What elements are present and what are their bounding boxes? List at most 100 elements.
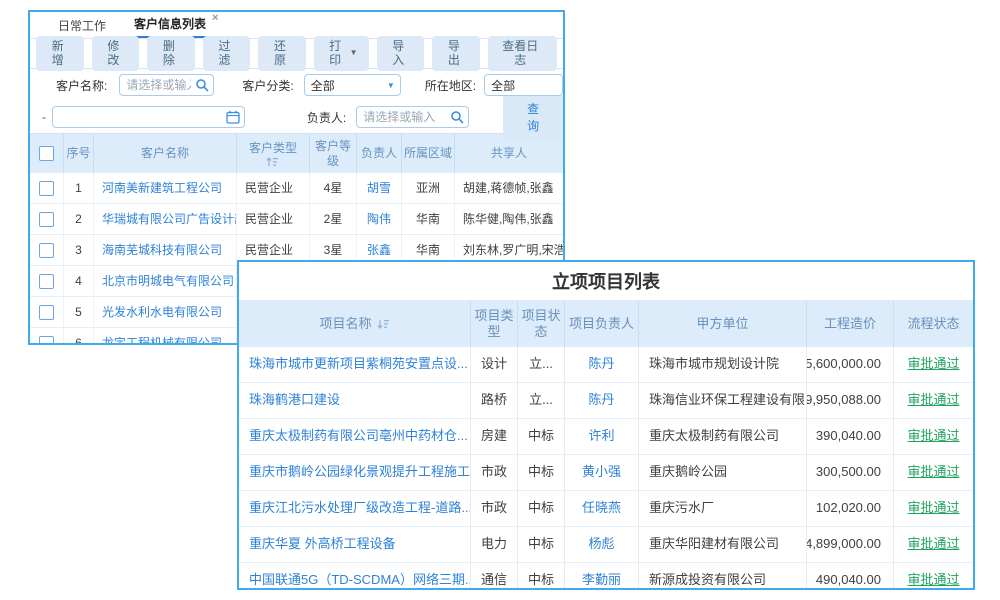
column-header-client[interactable]: 甲方单位 xyxy=(639,301,807,347)
owner-link[interactable]: 胡雪 xyxy=(367,181,391,196)
search-icon[interactable] xyxy=(450,110,464,127)
column-header-shared[interactable]: 共享人 xyxy=(455,134,563,173)
project-panel: 立项项目列表 项目名称 项目类型 项目状态 项目负责人 甲方单位 工程造价 流程… xyxy=(237,260,975,590)
project-leader-link[interactable]: 任晓燕 xyxy=(582,500,621,516)
toolbar-button[interactable]: 导入 xyxy=(377,36,425,70)
project-name-link[interactable]: 珠海鹤港口建设 xyxy=(249,392,340,408)
project-leader-link[interactable]: 许利 xyxy=(588,428,614,444)
project-name-link[interactable]: 重庆市鹅岭公园绿化景观提升工程施工 xyxy=(249,464,470,480)
select-all-checkbox[interactable] xyxy=(39,146,54,161)
toolbar-button[interactable]: 还原 xyxy=(258,36,306,70)
toolbar-button[interactable]: 打印 ▼ xyxy=(314,36,369,70)
tab-label: 日常工作 xyxy=(58,17,106,34)
page-title: 立项项目列表 xyxy=(239,262,973,301)
toolbar: 新增 修改 删除 过滤 还原 xyxy=(30,39,563,69)
flow-status-link[interactable]: 审批通过 xyxy=(907,356,959,372)
project-cost: 102,020.00 xyxy=(807,491,894,526)
project-leader-link[interactable]: 杨彪 xyxy=(588,536,614,552)
project-type: 路桥 xyxy=(471,383,518,418)
shared-persons: 陈华健,陶伟,张鑫 xyxy=(455,204,563,234)
flow-status-link[interactable]: 审批通过 xyxy=(907,428,959,444)
column-header-region[interactable]: 所属区域 xyxy=(402,134,455,173)
project-status: 中标 xyxy=(518,419,565,454)
project-name-link[interactable]: 珠海市城市更新项目紫桐苑安置点设... xyxy=(249,356,468,372)
customer-type: 民营企业 xyxy=(237,204,310,234)
project-leader-link[interactable]: 黄小强 xyxy=(582,464,621,480)
chevron-down-icon: ▼ xyxy=(387,81,395,90)
calendar-icon[interactable] xyxy=(226,110,240,127)
tab-customer-list[interactable]: 客户信息列表 × xyxy=(120,11,232,38)
project-leader-link[interactable]: 李勤丽 xyxy=(582,572,621,588)
project-name-link[interactable]: 重庆江北污水处理厂级改造工程-道路... xyxy=(249,500,471,516)
sort-icon[interactable] xyxy=(266,157,279,167)
column-header-flow-status[interactable]: 流程状态 xyxy=(894,301,973,347)
flow-status-link[interactable]: 审批通过 xyxy=(907,572,959,588)
region-label: 所在地区: xyxy=(425,77,476,94)
toolbar-button[interactable]: 过滤 xyxy=(203,36,251,70)
column-header-project-name[interactable]: 项目名称 xyxy=(239,301,471,347)
date-input[interactable] xyxy=(52,106,245,128)
table-row: 中国联通5G（TD-SCDMA）网络三期... 通信 中标 李勤丽 新源成投资有… xyxy=(239,563,973,590)
toolbar-button[interactable]: 新增 xyxy=(36,36,84,70)
column-header-type[interactable]: 客户类型 xyxy=(237,134,310,173)
column-header-no[interactable]: 序号 xyxy=(64,134,94,173)
table-row: 重庆太极制药有限公司亳州中药材仓... 房建 中标 许利 重庆太极制药有限公司 … xyxy=(239,419,973,455)
toolbar-button[interactable]: 查看日志 xyxy=(488,36,557,70)
search-icon[interactable] xyxy=(195,78,209,95)
customer-category-label: 客户分类: xyxy=(242,77,293,94)
customer-category-select[interactable]: 全部 ▼ xyxy=(304,74,401,96)
client-name: 新源成投资有限公司 xyxy=(639,563,807,590)
row-checkbox[interactable] xyxy=(39,212,54,227)
customer-name-link[interactable]: 龙宇工程机械有限公司 xyxy=(102,336,222,346)
customer-name-link[interactable]: 海南芜城科技有限公司 xyxy=(102,243,222,258)
row-checkbox[interactable] xyxy=(39,243,54,258)
row-checkbox[interactable] xyxy=(39,336,54,346)
chevron-down-icon: ▼ xyxy=(350,49,358,58)
column-header-project-leader[interactable]: 项目负责人 xyxy=(565,301,639,347)
customer-name-link[interactable]: 华瑞城有限公司广告设计部 xyxy=(102,212,237,227)
desktop: 日常工作 客户信息列表 × 新增 修改 删除 xyxy=(0,0,1000,600)
toolbar-button[interactable]: 修改 xyxy=(92,36,140,70)
close-icon[interactable]: × xyxy=(212,13,218,24)
project-name-link[interactable]: 中国联通5G（TD-SCDMA）网络三期... xyxy=(249,572,471,588)
customer-name-link[interactable]: 河南美新建筑工程公司 xyxy=(102,181,222,196)
column-header-name[interactable]: 客户名称 xyxy=(94,134,237,173)
project-type: 设计 xyxy=(471,347,518,382)
customer-name-link[interactable]: 光发水利水电有限公司 xyxy=(102,305,222,320)
customer-name-label: 客户名称: xyxy=(56,77,107,94)
customer-name-link[interactable]: 北京市明城电气有限公司 xyxy=(102,274,234,289)
column-header-project-status[interactable]: 项目状态 xyxy=(518,301,565,347)
table-row: 1 河南美新建筑工程公司 民营企业 4星 胡雪 亚洲 胡建,蒋德帧,张鑫 xyxy=(30,173,563,204)
toolbar-button[interactable]: 导出 xyxy=(432,36,480,70)
row-checkbox[interactable] xyxy=(39,305,54,320)
project-cost: 5,600,000.00 xyxy=(807,347,894,382)
flow-status-link[interactable]: 审批通过 xyxy=(907,536,959,552)
project-name-link[interactable]: 重庆太极制药有限公司亳州中药材仓... xyxy=(249,428,468,444)
client-name: 珠海市城市规划设计院 xyxy=(639,347,807,382)
search-button[interactable]: 查询 xyxy=(503,95,563,139)
tab-daily-work[interactable]: 日常工作 xyxy=(44,13,120,38)
flow-status-link[interactable]: 审批通过 xyxy=(907,392,959,408)
column-header-owner[interactable]: 负责人 xyxy=(357,134,402,173)
column-header-level[interactable]: 客户等级 xyxy=(310,134,357,173)
row-checkbox[interactable] xyxy=(39,181,54,196)
tab-bar: 日常工作 客户信息列表 × xyxy=(30,12,563,39)
project-leader-link[interactable]: 陈丹 xyxy=(588,392,614,408)
column-header-project-type[interactable]: 项目类型 xyxy=(471,301,518,347)
customer-region: 亚洲 xyxy=(402,173,455,203)
project-leader-link[interactable]: 陈丹 xyxy=(588,356,614,372)
project-cost: 4,899,000.00 xyxy=(807,527,894,562)
owner-link[interactable]: 陶伟 xyxy=(367,212,391,227)
sort-icon[interactable] xyxy=(377,319,390,329)
client-name: 重庆太极制药有限公司 xyxy=(639,419,807,454)
project-type: 市政 xyxy=(471,455,518,490)
column-header-cost[interactable]: 工程造价 xyxy=(807,301,894,347)
flow-status-link[interactable]: 审批通过 xyxy=(907,500,959,516)
row-checkbox[interactable] xyxy=(39,274,54,289)
customer-level: 2星 xyxy=(310,204,357,234)
region-select[interactable]: 全部 xyxy=(484,74,563,96)
project-name-link[interactable]: 重庆华夏 外高桥工程设备 xyxy=(249,536,396,552)
owner-link[interactable]: 张鑫 xyxy=(367,243,391,258)
flow-status-link[interactable]: 审批通过 xyxy=(907,464,959,480)
toolbar-button[interactable]: 删除 xyxy=(147,36,195,70)
